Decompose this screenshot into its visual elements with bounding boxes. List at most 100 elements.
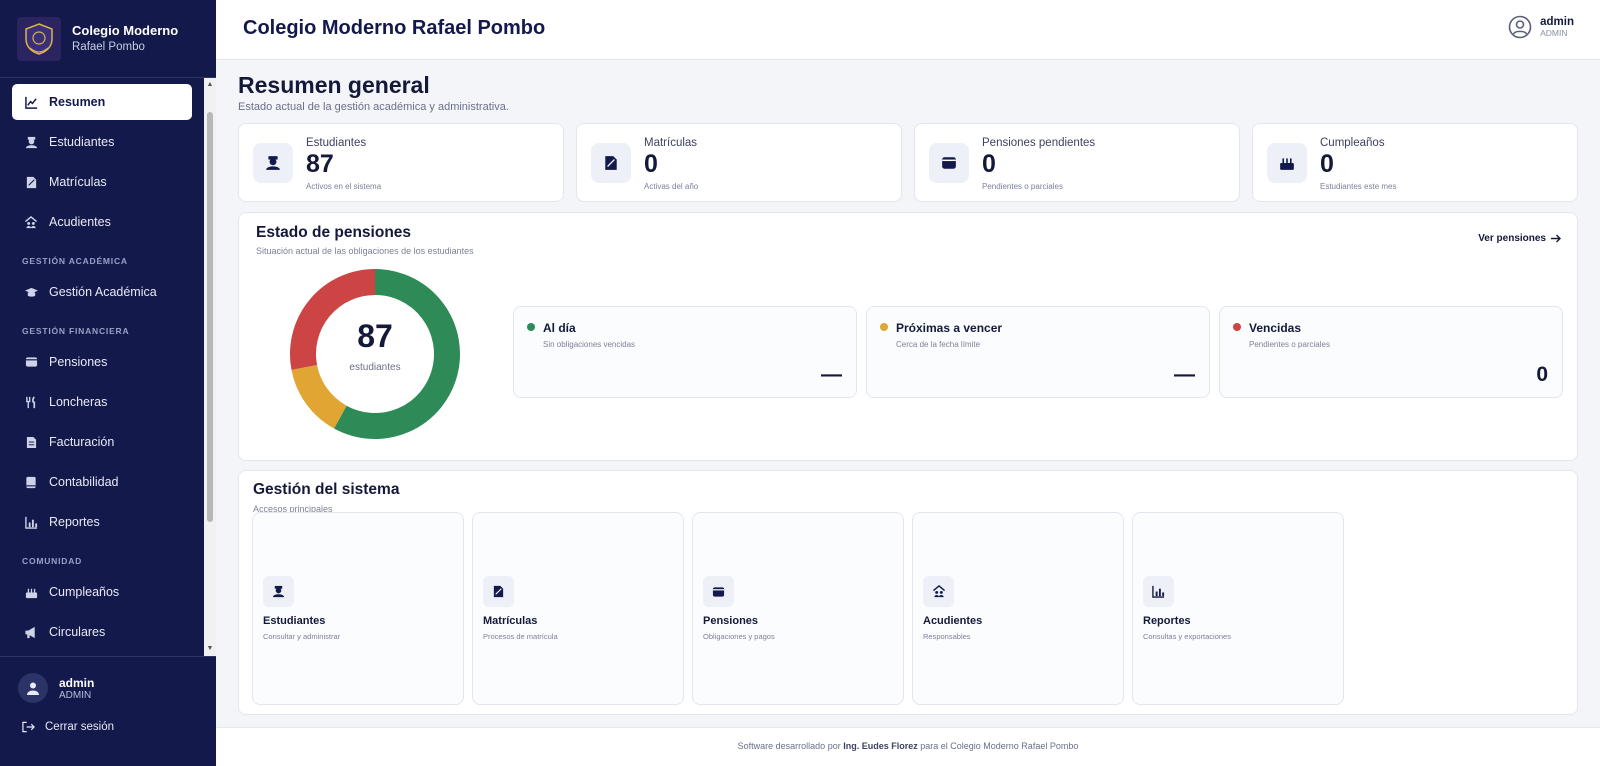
ver-pensiones-link[interactable]: Ver pensiones	[1478, 233, 1561, 244]
legend-card-proximas: Próximas a vencer Cerca de la fecha lími…	[866, 306, 1210, 398]
tile-reportes[interactable]: Reportes Consultas y exportaciones	[1132, 512, 1344, 705]
donut-total-label: estudiantes	[349, 362, 401, 373]
tile-title: Estudiantes	[263, 615, 326, 627]
sidebar-item-reportes[interactable]: Reportes	[0, 502, 204, 542]
status-dot-green	[527, 323, 535, 331]
tile-title: Matrículas	[483, 615, 538, 627]
tile-acudientes[interactable]: Acudientes Responsables	[912, 512, 1124, 705]
cake-icon	[23, 586, 39, 599]
legend-title: Próximas a vencer	[896, 321, 1003, 335]
tile-sub: Procesos de matrícula	[483, 632, 558, 641]
sidebar-item-label: Gestión Académica	[49, 285, 157, 299]
stat-value: 87	[306, 150, 334, 178]
sidebar-item-label: Pensiones	[49, 355, 108, 369]
sidebar-item-label: Matrículas	[49, 175, 107, 189]
legend-sub: Cerca de la fecha límite	[896, 340, 981, 349]
stat-value: 0	[644, 150, 658, 178]
footer-author: Ing. Eudes Florez	[843, 741, 918, 751]
sidebar-item-matriculas[interactable]: Matrículas	[0, 162, 204, 202]
stat-value: 0	[982, 150, 996, 178]
student-icon	[263, 576, 294, 607]
stat-card-cumpleanos[interactable]: Cumpleaños 0 Estudiantes este mes	[1252, 123, 1578, 202]
sidebar-item-label: Facturación	[49, 435, 115, 449]
sidebar-item-contabilidad[interactable]: Contabilidad	[0, 462, 204, 502]
wallet-icon	[703, 576, 734, 607]
legend-card-al-dia: Al día Sin obligaciones vencidas —	[513, 306, 857, 398]
legend-card-vencidas: Vencidas Pendientes o parciales 0	[1219, 306, 1563, 398]
legend-value: —	[1174, 363, 1195, 386]
sidebar-item-estudiantes[interactable]: Estudiantes	[0, 122, 204, 162]
stat-note: Activas del año	[644, 182, 699, 191]
gestion-title: Gestión del sistema	[253, 481, 400, 498]
school-crest-icon	[17, 16, 61, 61]
tile-sub: Consultar y administrar	[263, 632, 341, 641]
pensiones-title: Estado de pensiones	[256, 224, 412, 241]
stat-label: Cumpleaños	[1320, 137, 1385, 149]
invoice-icon	[23, 436, 39, 449]
page-title: Resumen general	[238, 72, 430, 98]
footer-suffix: para el Colegio Moderno Rafael Pombo	[920, 741, 1079, 751]
student-icon	[23, 136, 39, 149]
pensiones-subtitle: Situación actual de las obligaciones de …	[256, 246, 474, 256]
stat-note: Activos en el sistema	[306, 182, 382, 191]
donut-slice-1	[291, 364, 348, 429]
scrollbar-thumb[interactable]	[207, 112, 213, 522]
chart-line-icon	[23, 96, 39, 109]
tile-pensiones[interactable]: Pensiones Obligaciones y pagos	[692, 512, 904, 705]
sidebar-item-loncheras[interactable]: Loncheras	[0, 382, 204, 422]
stat-card-estudiantes[interactable]: Estudiantes 87 Activos en el sistema	[238, 123, 564, 202]
sidebar-item-resumen[interactable]: Resumen	[12, 84, 192, 120]
people-roof-icon	[23, 215, 39, 229]
sidebar-scrollbar[interactable]: ▲ ▼	[204, 78, 216, 656]
sidebar-item-gestion-academica[interactable]: Gestión Académica	[0, 272, 204, 312]
nav-section-comunidad: COMUNIDAD	[22, 556, 83, 566]
brand-name: Colegio Moderno	[72, 22, 179, 38]
page-footer: Software desarrollado por Ing. Eudes Flo…	[216, 727, 1600, 766]
wallet-icon	[929, 143, 969, 183]
scroll-up-icon[interactable]: ▲	[204, 80, 216, 90]
tile-title: Pensiones	[703, 615, 759, 627]
stat-label: Pensiones pendientes	[982, 137, 1096, 149]
sidebar-item-label: Loncheras	[49, 395, 108, 409]
people-roof-icon	[923, 576, 954, 607]
logout-label: Cerrar sesión	[45, 721, 115, 733]
user-circle-icon	[1508, 15, 1532, 39]
arrow-right-icon	[1551, 234, 1561, 243]
sidebar-item-label: Estudiantes	[49, 135, 115, 149]
nav-section-financiera: GESTIÓN FINANCIERA	[22, 326, 130, 336]
tile-matriculas[interactable]: Matrículas Procesos de matrícula	[472, 512, 684, 705]
ver-pensiones-label: Ver pensiones	[1478, 233, 1546, 244]
user-avatar-icon	[18, 673, 48, 703]
ledger-icon	[23, 476, 39, 489]
stat-card-matriculas[interactable]: Matrículas 0 Activas del año	[576, 123, 902, 202]
header-user-menu[interactable]: admin ADMIN	[1508, 15, 1574, 39]
status-dot-red	[1233, 323, 1241, 331]
sidebar-user[interactable]: admin ADMIN	[0, 657, 216, 703]
legend-value: 0	[1536, 363, 1548, 386]
sidebar-item-acudientes[interactable]: Acudientes	[0, 202, 204, 242]
stat-card-pensiones-pendientes[interactable]: Pensiones pendientes 0 Pendientes o parc…	[914, 123, 1240, 202]
megaphone-icon	[23, 626, 39, 639]
logout-button[interactable]: Cerrar sesión	[0, 703, 216, 733]
stat-value: 0	[1320, 150, 1334, 178]
signature-icon	[483, 576, 514, 607]
brand[interactable]: Colegio Moderno Rafael Pombo	[0, 0, 216, 78]
graduation-cap-icon	[23, 286, 39, 299]
sidebar-item-circulares[interactable]: Circulares	[0, 612, 204, 652]
nav-section-academica: GESTIÓN ACADÉMICA	[22, 256, 128, 266]
sidebar-footer: admin ADMIN Cerrar sesión	[0, 656, 216, 766]
signature-icon	[23, 176, 39, 189]
sidebar-item-pensiones[interactable]: Pensiones	[0, 342, 204, 382]
scroll-down-icon[interactable]: ▼	[204, 644, 216, 654]
sidebar-item-label: Cumpleaños	[49, 585, 120, 599]
gestion-sistema-card: Gestión del sistema Accesos principales …	[238, 470, 1578, 715]
tile-estudiantes[interactable]: Estudiantes Consultar y administrar	[252, 512, 464, 705]
student-icon	[253, 143, 293, 183]
sidebar-item-cumpleanos[interactable]: Cumpleaños	[0, 572, 204, 612]
bar-chart-icon	[1143, 576, 1174, 607]
sidebar-item-label: Circulares	[49, 625, 106, 639]
legend-title: Vencidas	[1249, 321, 1302, 335]
sidebar-user-role: ADMIN	[59, 689, 92, 701]
sidebar-item-facturacion[interactable]: Facturación	[0, 422, 204, 462]
footer-prefix: Software desarrollado por	[737, 741, 841, 751]
